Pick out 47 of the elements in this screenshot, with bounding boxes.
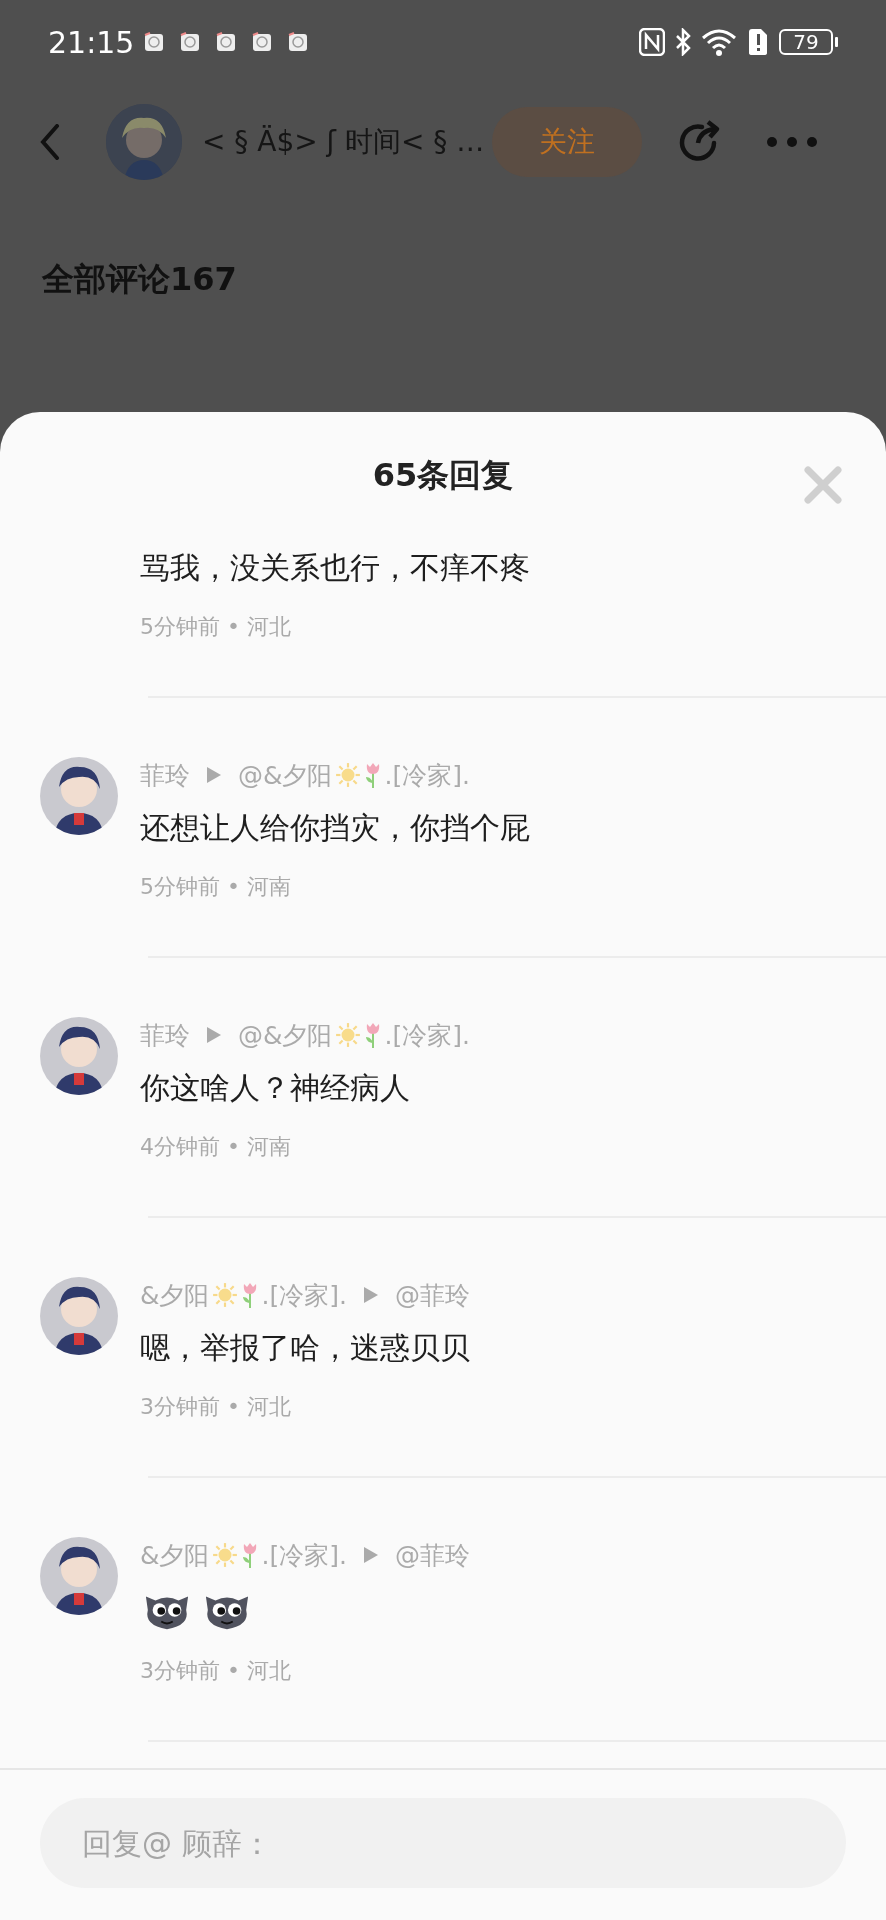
- reply-meta: 3分钟前 • 河北: [140, 1657, 292, 1685]
- sun-icon: [211, 1282, 238, 1308]
- triangle-icon: [206, 766, 222, 784]
- name-text: .[冷家].: [384, 759, 470, 792]
- reply-text: 你这啥人？神经病人: [140, 1069, 411, 1107]
- app-notification-icon: [252, 32, 273, 52]
- reply-field[interactable]: 回复@ 顾辞：: [40, 1798, 846, 1888]
- sheet-title: 65条回复: [372, 455, 514, 496]
- name-text: 菲玲: [140, 1019, 190, 1052]
- app-notification-icon: [180, 32, 201, 52]
- name-text: 菲玲: [140, 759, 190, 792]
- name-text: @菲玲: [394, 1279, 470, 1312]
- app-notification-icon: [288, 32, 309, 52]
- reply-meta: 3分钟前 • 河北: [140, 1393, 292, 1421]
- close-icon[interactable]: [804, 466, 842, 504]
- app-notification-icon: [216, 32, 237, 52]
- name-text: .[冷家].: [261, 1279, 347, 1312]
- reply-meta: 4分钟前 • 河南: [140, 1133, 292, 1161]
- name-text: &夕阳: [140, 1539, 210, 1572]
- comments-heading: 全部评论167: [42, 259, 237, 300]
- triangle-icon: [362, 1546, 379, 1564]
- more-icon[interactable]: [766, 136, 818, 148]
- clock-time: 21:15: [48, 24, 135, 60]
- name-text: @&夕阳: [238, 759, 333, 792]
- alert-icon: [747, 28, 769, 56]
- sun-icon: [334, 1022, 361, 1048]
- triangle-icon: [206, 1026, 222, 1044]
- name-text: @&夕阳: [238, 1019, 333, 1052]
- sun-icon: [334, 762, 361, 788]
- name-text: .[冷家].: [261, 1539, 347, 1572]
- follow-button[interactable]: 关注: [492, 107, 642, 177]
- reply-meta: 5分钟前 • 河北: [140, 613, 292, 641]
- author-name: < § Ä$> ʃ 时间< § …: [202, 124, 486, 160]
- reply-text: 嗯，举报了哈，迷惑贝贝: [140, 1329, 471, 1367]
- sun-icon: [211, 1542, 238, 1568]
- name-text: .[冷家].: [384, 1019, 470, 1052]
- name-text: &夕阳: [140, 1279, 210, 1312]
- wifi-icon: [701, 28, 737, 56]
- triangle-icon: [362, 1286, 379, 1304]
- name-text: @菲玲: [394, 1539, 470, 1572]
- app-notification-icon: [144, 32, 165, 52]
- back-icon[interactable]: [40, 124, 60, 160]
- reply-text: 骂我，没关系也行，不痒不疼: [140, 549, 531, 587]
- bluetooth-icon: [675, 28, 691, 56]
- nfc-icon: [639, 28, 665, 56]
- reply-text: 还想让人给你挡灾，你挡个屁: [140, 809, 531, 847]
- reply-meta: 5分钟前 • 河南: [140, 873, 292, 901]
